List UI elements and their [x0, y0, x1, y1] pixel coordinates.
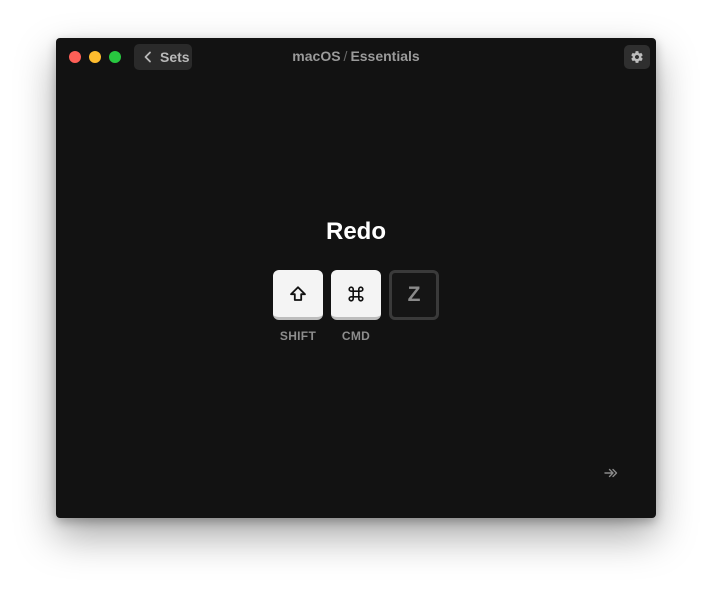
gear-icon [631, 51, 643, 63]
key-shift-label: SHIFT [279, 329, 317, 343]
breadcrumb-set: Essentials [350, 48, 420, 64]
key-command [331, 270, 381, 320]
key-z: Z [389, 270, 439, 320]
breadcrumb-platform: macOS [292, 48, 341, 64]
settings-button[interactable] [624, 45, 650, 69]
key-command-label: CMD [341, 329, 371, 343]
app-window: Sets macOS / Essentials Redo SHIFT CMD Z [56, 38, 656, 518]
breadcrumb-separator: / [343, 48, 348, 64]
key-combination: SHIFT CMD Z [273, 270, 443, 350]
double-arrow-right-icon [604, 468, 618, 478]
command-icon [348, 285, 364, 302]
key-shift [273, 270, 323, 320]
next-shortcut-button[interactable] [601, 463, 621, 483]
shortcut-action-title: Redo [326, 218, 386, 245]
breadcrumb: macOS / Essentials [56, 48, 656, 64]
title-bar: Sets macOS / Essentials [56, 38, 656, 76]
shift-icon [290, 285, 306, 301]
